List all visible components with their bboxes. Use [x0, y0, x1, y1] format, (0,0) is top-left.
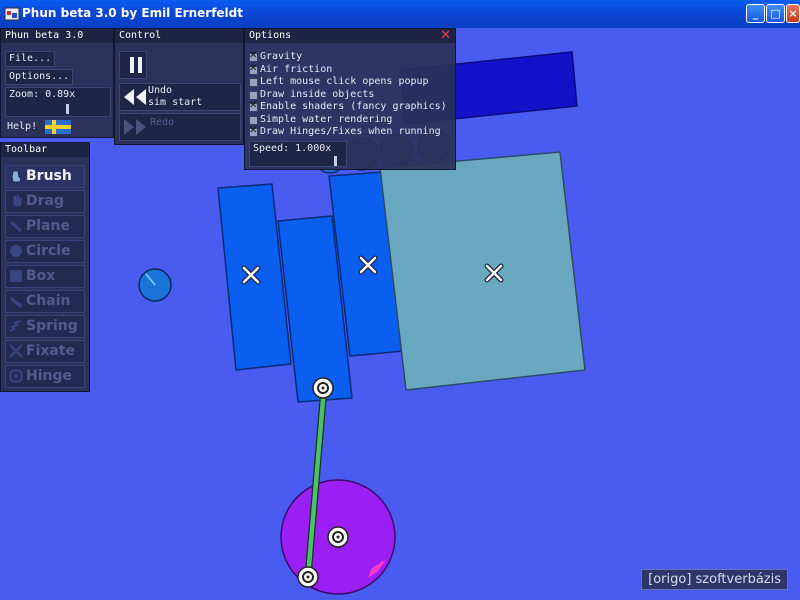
option-checkbox[interactable] [249, 125, 258, 137]
tool-circle[interactable]: Circle [5, 240, 85, 263]
fixate-icon [9, 344, 23, 358]
tool-chain[interactable]: Chain [5, 290, 85, 313]
tool-drag[interactable]: Drag [5, 190, 85, 213]
option-row[interactable]: Air friction [245, 63, 455, 76]
option-label: Enable shaders (fancy graphics) [260, 101, 447, 112]
window-title: Phun beta 3.0 by Emil Ernerfeldt [22, 6, 243, 20]
option-label: Left mouse click opens popup [260, 76, 429, 87]
option-checkbox[interactable] [249, 115, 258, 125]
toolbar-panel: Toolbar Brush Drag Plane Circle Box Chain Spri… [0, 142, 90, 392]
hinge-icon [9, 369, 23, 383]
rewind-icon [124, 89, 146, 105]
tool-label: Circle [26, 243, 71, 259]
simulation-canvas[interactable]: Phun beta 3.0 File... Options... Zoom: 0… [0, 28, 800, 600]
speed-slider-handle[interactable] [334, 156, 337, 166]
options-button[interactable]: Options... [5, 69, 73, 85]
option-row[interactable]: Simple water rendering [245, 114, 455, 126]
spring-icon [9, 320, 22, 332]
options-panel-title: Options [245, 29, 455, 43]
teal-box [379, 151, 586, 391]
toolbar-title: Toolbar [1, 143, 89, 157]
close-options-icon[interactable]: ✕ [440, 29, 451, 42]
zoom-control[interactable]: Zoom: 0.89x [5, 87, 111, 117]
redo-label: Redo [150, 117, 175, 128]
tool-label: Box [26, 268, 56, 284]
circle-icon [10, 245, 22, 257]
help-button[interactable]: Help! [7, 121, 37, 132]
tool-spring[interactable]: Spring [5, 315, 85, 338]
option-row[interactable]: Gravity [245, 50, 455, 63]
option-row[interactable]: Left mouse click opens popup [245, 76, 455, 88]
option-row[interactable]: Enable shaders (fancy graphics) [245, 100, 455, 113]
undo-sublabel: sim start [148, 97, 203, 108]
tool-label: Hinge [26, 368, 72, 384]
option-row[interactable]: Draw Hinges/Fixes when running [245, 125, 455, 138]
chain-icon [9, 296, 23, 308]
control-panel: Control Undo sim start Redo [114, 28, 244, 145]
option-label: Air friction [260, 63, 333, 75]
option-checkbox[interactable] [249, 63, 258, 75]
close-window-button[interactable]: × [786, 4, 800, 23]
drag-hand-icon [13, 195, 22, 206]
minimize-button[interactable]: _ [746, 4, 765, 23]
maximize-button[interactable]: □ [766, 4, 785, 23]
option-checkbox[interactable] [249, 100, 258, 112]
option-label: Simple water rendering [260, 113, 393, 125]
tool-label: Chain [26, 293, 71, 309]
option-checkbox[interactable] [249, 50, 258, 62]
app-icon [4, 7, 20, 21]
window-titlebar: Phun beta 3.0 by Emil Ernerfeldt _ □ × [0, 0, 800, 28]
hinge-mark [327, 526, 349, 548]
tool-plane[interactable]: Plane [5, 215, 85, 238]
tool-fixate[interactable]: Fixate [5, 340, 85, 363]
main-panel-title: Phun beta 3.0 [1, 29, 113, 43]
hinge-mark [312, 377, 334, 399]
undo-button[interactable]: Undo sim start [119, 83, 241, 111]
tool-label: Brush [26, 168, 72, 184]
option-row[interactable]: Draw inside objects [245, 89, 455, 101]
pause-button[interactable] [119, 51, 147, 79]
pause-icon [130, 57, 142, 73]
swedish-flag-icon[interactable] [45, 120, 71, 134]
box-icon [10, 270, 22, 282]
speed-control[interactable]: Speed: 1.000x [249, 141, 347, 167]
hinge-mark [297, 566, 319, 588]
tool-label: Spring [26, 318, 78, 334]
redo-button[interactable]: Redo [119, 113, 241, 141]
fast-forward-icon [124, 119, 146, 135]
option-label: Draw inside objects [260, 88, 375, 100]
tool-hinge[interactable]: Hinge [5, 365, 85, 388]
option-checkbox[interactable] [249, 78, 258, 87]
tool-label: Plane [26, 218, 70, 234]
plane-icon [9, 220, 23, 233]
option-label: Gravity [260, 51, 303, 62]
tool-label: Drag [26, 193, 64, 209]
watermark: [origo] szoftverbázis [641, 569, 788, 590]
brush-icon [11, 170, 22, 183]
option-checkbox[interactable] [249, 90, 258, 100]
main-panel: Phun beta 3.0 File... Options... Zoom: 0… [0, 28, 114, 138]
options-panel: Options ✕ GravityAir frictionLeft mouse … [244, 28, 456, 170]
option-label: Draw Hinges/Fixes when running [260, 126, 441, 137]
control-panel-title: Control [115, 29, 243, 43]
tool-box[interactable]: Box [5, 265, 85, 288]
file-button[interactable]: File... [5, 51, 55, 67]
speed-label: Speed: 1.000x [253, 143, 332, 154]
zoom-slider-handle[interactable] [66, 104, 69, 114]
zoom-label: Zoom: 0.89x [9, 89, 76, 100]
tool-label: Fixate [26, 343, 76, 359]
tool-brush[interactable]: Brush [5, 165, 85, 188]
